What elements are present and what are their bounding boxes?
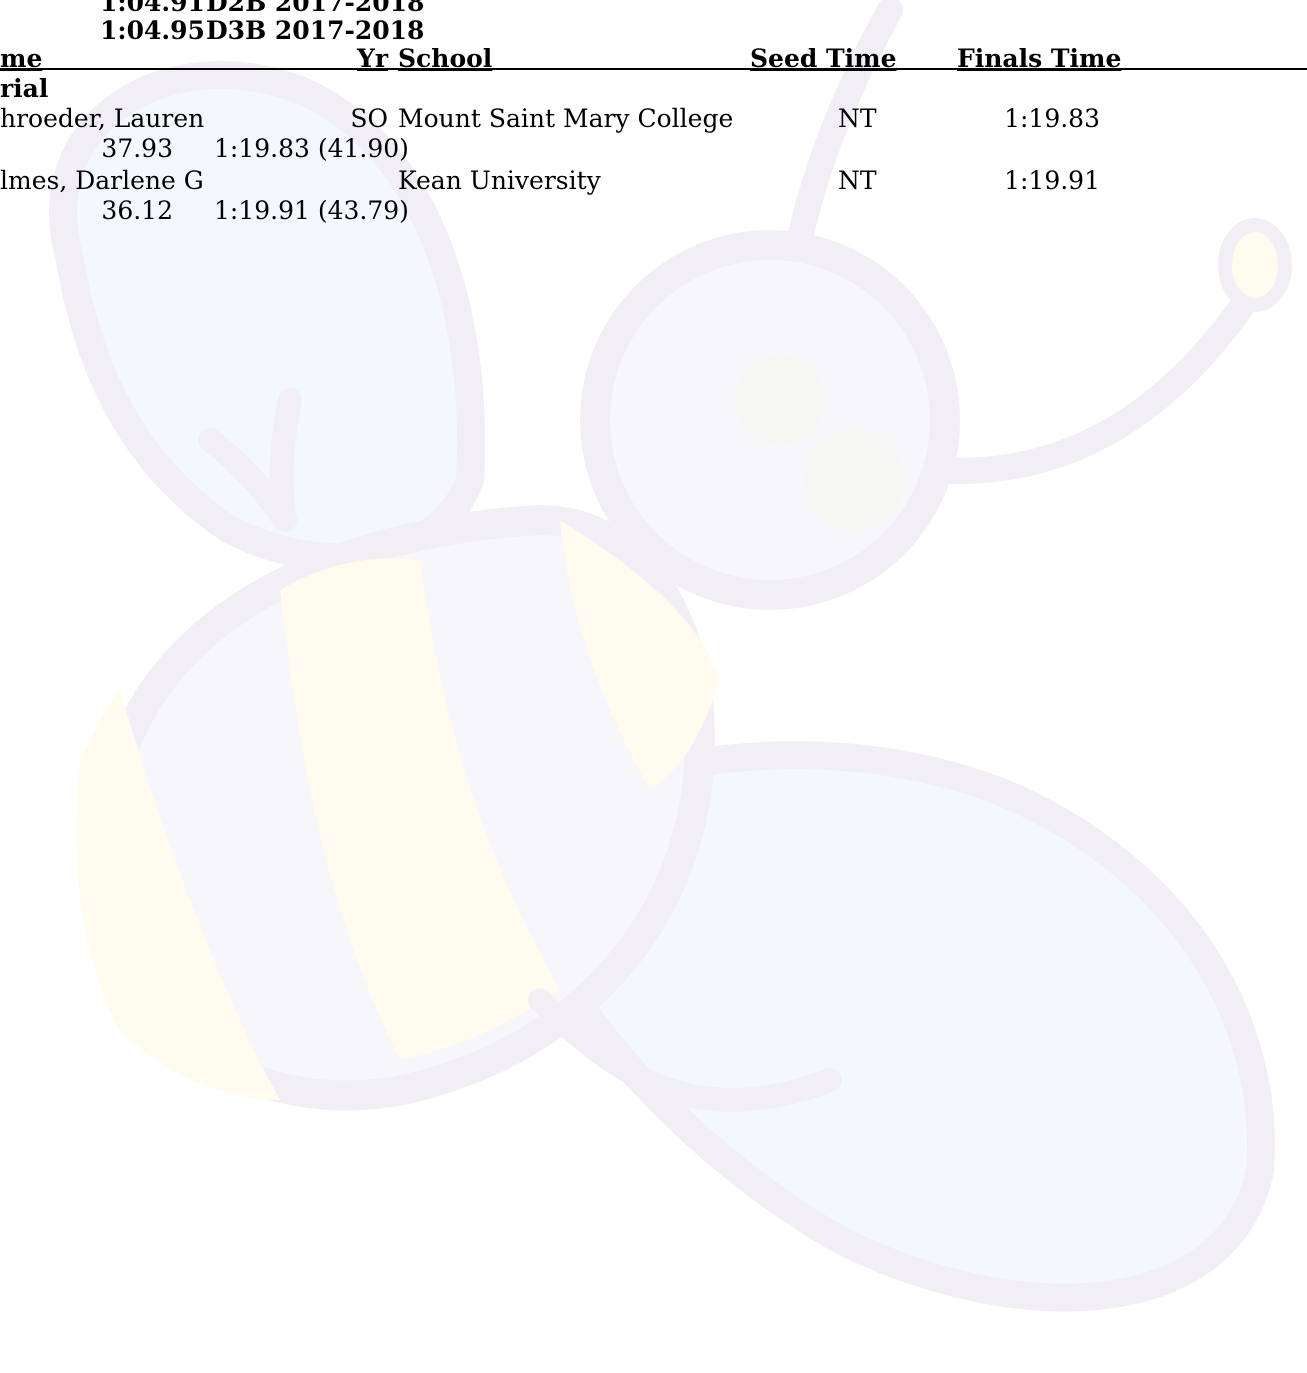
record-time: 1:04.95 — [100, 16, 205, 45]
seed-time: NT — [838, 166, 877, 195]
record-label: D3B 2017-2018 — [206, 16, 425, 45]
seed-time: NT — [838, 104, 877, 133]
swimmer-name: hroeder, Lauren — [0, 104, 205, 133]
swimmer-school: Kean University — [398, 166, 601, 195]
swimmer-name: lmes, Darlene G — [0, 166, 204, 195]
split-time: 37.93 — [101, 134, 173, 163]
split-time: 1:19.91 (43.79) — [214, 196, 409, 225]
finals-time: 1:19.83 — [1004, 104, 1100, 133]
swimmer-school: Mount Saint Mary College — [398, 104, 734, 133]
finals-time: 1:19.91 — [1004, 166, 1100, 195]
split-time: 36.12 — [101, 196, 173, 225]
section-title: rial — [0, 74, 49, 103]
swimmer-year: SO — [350, 104, 388, 133]
header-rule — [0, 68, 1307, 70]
split-time: 1:19.83 (41.90) — [214, 134, 409, 163]
